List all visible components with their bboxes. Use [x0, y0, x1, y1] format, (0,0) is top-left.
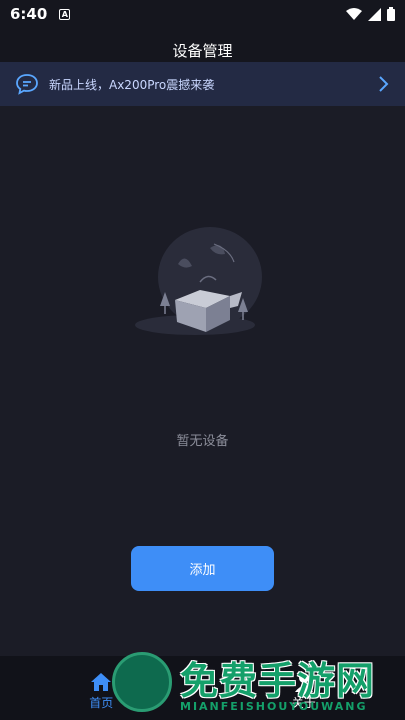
- announcement-banner[interactable]: 新品上线，Ax200Pro震撼来袭: [0, 62, 405, 106]
- empty-box-illustration: [135, 227, 262, 335]
- signal-icon: [368, 7, 381, 21]
- battery-icon: [387, 7, 395, 21]
- add-device-button[interactable]: 添加: [131, 546, 274, 591]
- watermark-logo: 免费手游网 MIANFEISHOUYOUWANG: [110, 648, 405, 720]
- notification-icon: A: [59, 8, 71, 20]
- chat-bubble-icon: [16, 74, 38, 95]
- status-bar: 6:40 A: [0, 0, 405, 28]
- banner-text: 新品上线，Ax200Pro震撼来袭: [49, 77, 215, 92]
- watermark-subtitle: MIANFEISHOUYOUWANG: [180, 700, 368, 713]
- wifi-icon: [346, 7, 362, 20]
- home-icon: [91, 672, 112, 691]
- status-time: 6:40: [10, 5, 48, 23]
- chevron-right-icon[interactable]: [378, 75, 390, 93]
- status-icons: [346, 7, 395, 21]
- watermark-title: 免费手游网: [180, 658, 376, 703]
- watermark-emblem-icon: [112, 652, 172, 712]
- page-title: 设备管理: [172, 41, 233, 60]
- app-header: 设备管理: [0, 28, 405, 62]
- empty-state-text: 暂无设备: [176, 434, 229, 449]
